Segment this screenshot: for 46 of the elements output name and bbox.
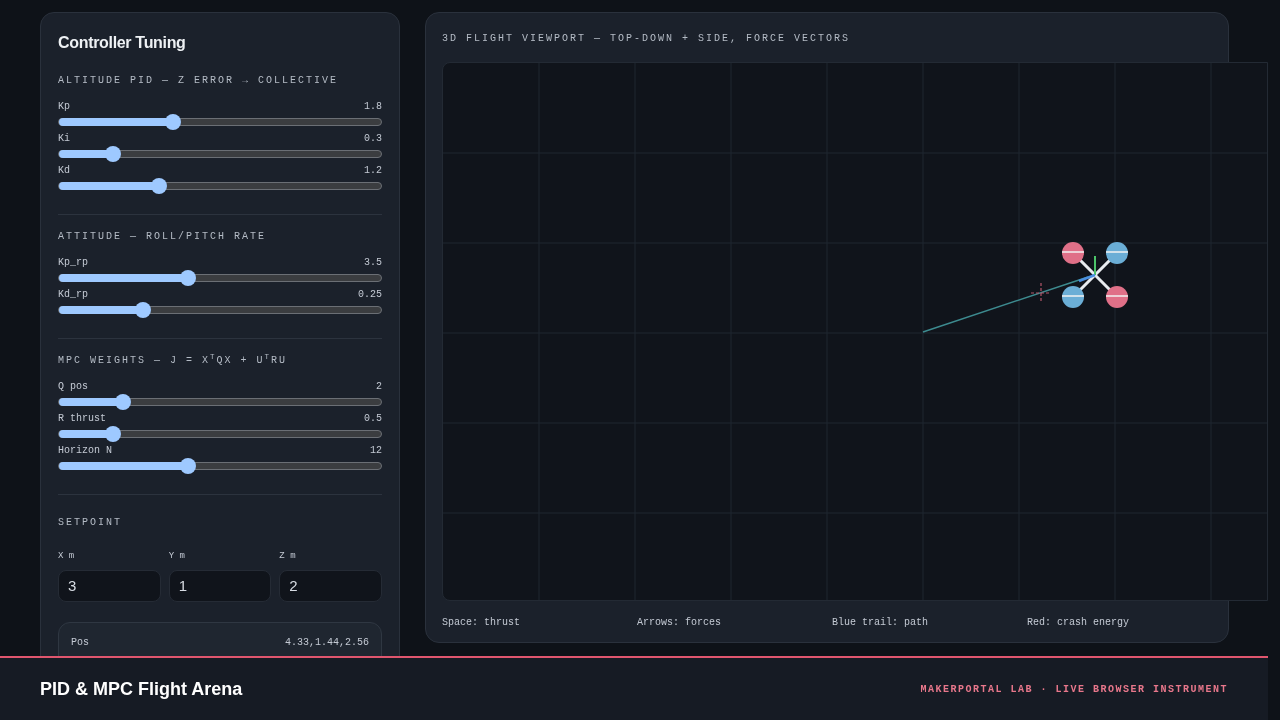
input-field[interactable]: 2	[279, 569, 382, 602]
input-field[interactable]: 3	[58, 569, 161, 602]
slider-value: 12	[370, 444, 382, 458]
legend-text: Red: crash energy	[1027, 616, 1131, 630]
slider-thumb[interactable]	[179, 270, 196, 286]
section-heading: SETPOINT	[58, 516, 123, 530]
viewport-title: 3D FLIGHT VIEWPORT — TOP-DOWN + SIDE, FORCE VECTORS	[442, 32, 852, 46]
setpoint-marker	[1030, 282, 1052, 304]
slider-label: Kp	[58, 100, 70, 114]
input-field[interactable]: 1	[168, 569, 272, 602]
slider-label: Kd_rp	[58, 288, 88, 302]
legend-text: Space: thrust	[442, 616, 521, 630]
footer-title: PID & MPC Flight Arena	[40, 677, 243, 701]
field-label: Z m	[279, 550, 297, 563]
slider-value: 0.25	[358, 288, 382, 302]
legend-text: Blue trail: path	[832, 616, 929, 630]
slider-value: 0.3	[364, 132, 382, 146]
slider-thumb[interactable]	[179, 458, 196, 474]
slider-thumb[interactable]	[150, 178, 167, 194]
section-heading: MPC WEIGHTS — J = X$^{T}$QX + U$^{T}$RU	[58, 353, 289, 368]
stat-value: 4.33,1.44,2.56	[285, 635, 369, 650]
slider-thumb[interactable]	[104, 426, 121, 442]
slider-thumb[interactable]	[134, 302, 151, 318]
section-heading: ATTITUDE — ROLL/PITCH RATE	[58, 230, 268, 244]
drone-drawing	[1061, 242, 1129, 308]
slider-label: Ki	[58, 132, 70, 146]
stat-label: Pos	[71, 635, 89, 650]
slider-label: Horizon N	[58, 444, 112, 458]
slider-label: Kd	[58, 164, 70, 178]
panel-title: Controller Tuning	[58, 33, 187, 53]
slider-label: Q pos	[58, 380, 88, 394]
field-label: X m	[58, 550, 76, 563]
slider-value: 1.8	[364, 100, 382, 114]
section-heading: ALTITUDE PID — Z ERROR → COLLECTIVE	[58, 74, 340, 88]
field-label: Y m	[168, 550, 186, 563]
slider-value: 3.5	[364, 256, 382, 270]
slider-thumb[interactable]	[115, 394, 132, 410]
slider-value: 2	[376, 380, 382, 394]
legend-text: Arrows: forces	[637, 616, 722, 630]
footer-tagline: MAKERPORTAL LAB · LIVE BROWSER INSTRUMENT	[920, 682, 1228, 697]
slider-value: 1.2	[364, 164, 382, 178]
slider-value: 0.5	[364, 412, 382, 426]
slider-thumb[interactable]	[165, 114, 182, 130]
slider-label: Kp_rp	[58, 256, 88, 270]
slider-thumb[interactable]	[104, 146, 121, 162]
slider-label: R thrust	[58, 412, 106, 426]
